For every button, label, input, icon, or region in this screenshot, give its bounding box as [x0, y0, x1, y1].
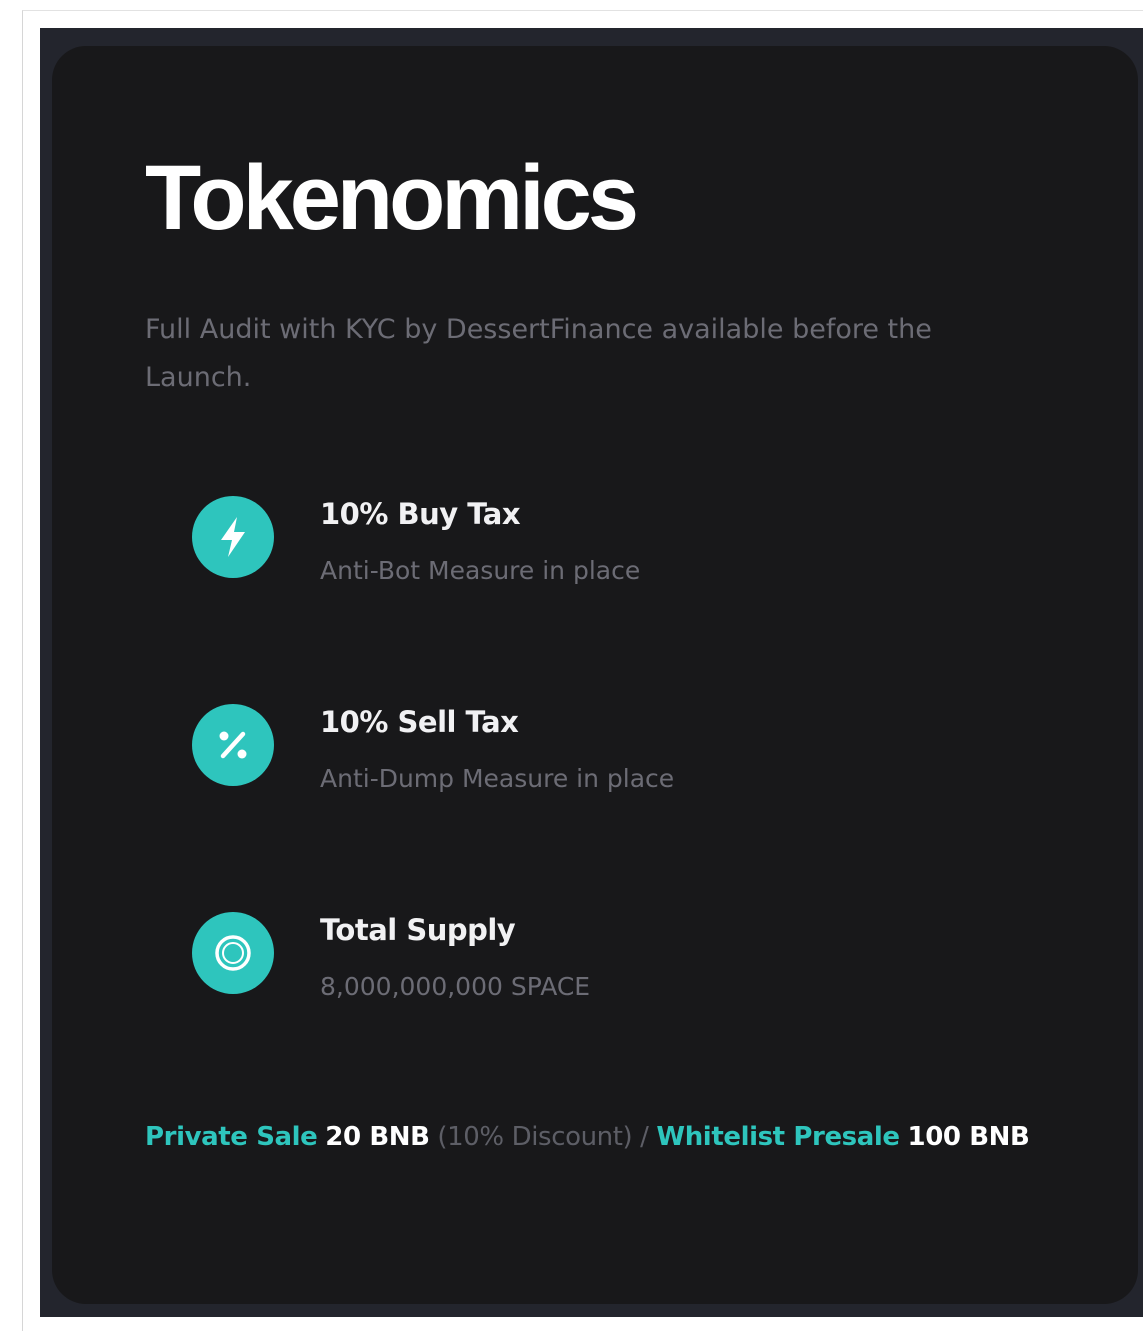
feature-title: 10% Sell Tax	[320, 705, 519, 739]
section-subtitle: Full Audit with KYC by DessertFinance av…	[145, 314, 932, 393]
feature-description: Anti-Bot Measure in place	[320, 556, 641, 585]
feature-description: Anti-Dump Measure in place	[320, 764, 675, 793]
feature-sell-tax: 10% Sell Tax Anti-Dump Measure in place	[192, 704, 892, 794]
feature-title: Total Supply	[320, 913, 516, 947]
feature-total-supply: Total Supply 8,000,000,000 SPACE	[192, 912, 892, 1002]
percent-icon	[192, 704, 274, 786]
feature-description: 8,000,000,000 SPACE	[320, 972, 591, 1001]
ring-icon	[192, 912, 274, 994]
private-sale-label: Private Sale	[145, 1122, 318, 1152]
lightning-icon	[192, 496, 274, 578]
feature-title: 10% Buy Tax	[320, 497, 521, 531]
whitelist-presale-label: Whitelist Presale	[656, 1122, 900, 1152]
whitelist-presale-amount: 100 BNB	[907, 1122, 1030, 1152]
private-sale-amount: 20 BNB	[325, 1122, 430, 1152]
sale-separator: /	[640, 1122, 649, 1152]
section-title: Tokenomics	[145, 147, 639, 249]
sale-info: Private Sale 20 BNB (10% Discount) / Whi…	[145, 1117, 1030, 1157]
feature-buy-tax: 10% Buy Tax Anti-Bot Measure in place	[192, 496, 892, 586]
private-sale-note: (10% Discount)	[437, 1122, 633, 1152]
